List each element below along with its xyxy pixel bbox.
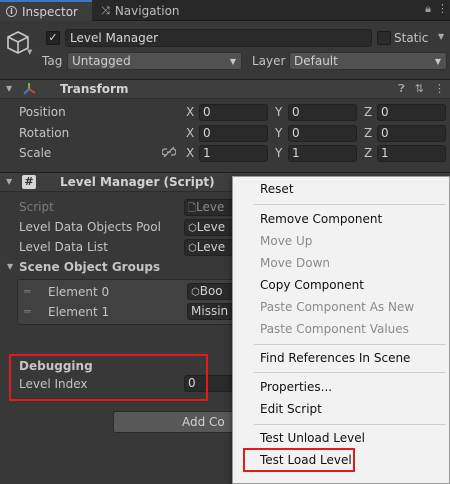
tab-inspector[interactable]: i Inspector: [0, 0, 92, 21]
static-label: Static: [394, 31, 429, 45]
context-menu: Reset Remove Component Move Up Move Down…: [232, 176, 450, 484]
add-component-button[interactable]: Add Co: [113, 411, 247, 433]
script-value: Leve: [196, 200, 225, 214]
layer-value: Default: [294, 54, 338, 68]
menu-item-remove-component[interactable]: Remove Component: [260, 212, 382, 226]
rotation-y-field[interactable]: 0: [288, 125, 357, 142]
scale-y-field[interactable]: 1: [288, 145, 357, 162]
menu-item-move-down: Move Down: [260, 256, 330, 270]
axis-z-label[interactable]: Z: [364, 146, 372, 160]
script-component-checkbox[interactable]: #: [22, 175, 36, 189]
scale-label: Scale: [19, 146, 52, 160]
transform-icon: [22, 82, 36, 99]
menu-item-properties[interactable]: Properties...: [260, 380, 332, 394]
groups-foldout-arrow-icon[interactable]: ▼: [7, 262, 13, 271]
tab-menu: 🔒︎ ⋮: [425, 2, 448, 16]
tag-label: Tag: [42, 54, 63, 68]
help-icon[interactable]: ❓︎: [398, 82, 405, 96]
script-label: Script: [19, 200, 54, 214]
chevron-down-icon: ▼: [229, 57, 236, 66]
menu-item-paste-component-values: Paste Component Values: [260, 322, 409, 336]
pool-value: Leve: [196, 220, 226, 234]
menu-separator: [254, 204, 446, 205]
menu-item-paste-component-as-new: Paste Component As New: [260, 300, 415, 314]
menu-separator: [254, 372, 446, 373]
menu-item-find-references[interactable]: Find References In Scene: [260, 351, 410, 365]
axis-x-label[interactable]: X: [186, 105, 194, 119]
list-value: Leve: [196, 240, 226, 254]
rotation-x-field[interactable]: 0: [199, 125, 268, 142]
menu-separator: [254, 344, 446, 345]
layer-dropdown[interactable]: Default ▼: [289, 52, 447, 70]
position-y-field[interactable]: 0: [288, 104, 357, 121]
more-options-icon[interactable]: ⋮: [437, 2, 448, 16]
rotation-z-field[interactable]: 0: [377, 125, 446, 142]
position-label: Position: [19, 105, 66, 119]
static-dropdown-arrow-icon[interactable]: ▼: [438, 32, 444, 41]
foldout-arrow-icon[interactable]: ▼: [6, 177, 12, 186]
constrain-proportions-icon[interactable]: [161, 146, 177, 161]
foldout-arrow-icon[interactable]: ▼: [6, 84, 12, 93]
group-element-0-label: Element 0: [48, 285, 110, 299]
more-options-icon[interactable]: ⋮: [434, 82, 445, 96]
object-ref-icon: ⬡: [188, 243, 197, 254]
drag-handle-icon[interactable]: ═: [24, 305, 31, 318]
scale-x-field[interactable]: 1: [199, 145, 268, 162]
position-z-field[interactable]: 0: [377, 104, 446, 121]
axis-z-label[interactable]: Z: [364, 105, 372, 119]
axis-y-label[interactable]: Y: [275, 126, 282, 140]
tag-dropdown[interactable]: Untagged ▼: [67, 52, 242, 70]
group-element-1-value: Missin: [191, 304, 229, 318]
tab-navigation-label: Navigation: [114, 3, 180, 18]
axis-y-label[interactable]: Y: [275, 105, 282, 119]
script-component-title: Level Manager (Script): [60, 175, 215, 189]
menu-item-move-up: Move Up: [260, 234, 313, 248]
static-checkbox[interactable]: [377, 31, 391, 45]
tag-value: Untagged: [72, 54, 131, 68]
position-x-field[interactable]: 0: [199, 104, 268, 121]
axis-x-label[interactable]: X: [186, 126, 194, 140]
pool-label: Level Data Objects Pool: [19, 220, 161, 234]
scale-z-field[interactable]: 1: [377, 145, 446, 162]
test-load-highlight-box: [243, 448, 355, 472]
presets-icon[interactable]: ⇅: [415, 82, 424, 96]
object-ref-icon: ⬡: [191, 287, 200, 298]
chevron-down-icon: ▼: [434, 57, 441, 66]
group-element-0-value: Boo: [199, 284, 223, 298]
axis-z-label[interactable]: Z: [364, 126, 372, 140]
transform-header-icons: ❓︎ ⇅ ⋮: [398, 82, 445, 96]
axis-x-label[interactable]: X: [186, 146, 194, 160]
menu-separator: [254, 424, 446, 425]
navigation-icon: ⤨: [101, 3, 110, 17]
menu-item-reset[interactable]: Reset: [260, 182, 294, 196]
menu-item-test-unload-level[interactable]: Test Unload Level: [260, 431, 365, 445]
tab-navigation[interactable]: ⤨ Navigation: [95, 0, 186, 21]
groups-title[interactable]: Scene Object Groups: [19, 260, 160, 274]
debug-highlight-box: [9, 354, 208, 401]
active-checkbox[interactable]: ✓: [46, 31, 60, 45]
group-element-1-label: Element 1: [48, 305, 110, 319]
axis-y-label[interactable]: Y: [275, 146, 282, 160]
script-file-icon: 🗋︎: [188, 203, 197, 214]
menu-item-copy-component[interactable]: Copy Component: [260, 278, 364, 292]
layer-label: Layer: [252, 54, 286, 68]
lock-icon[interactable]: 🔒︎: [425, 2, 431, 16]
icon-dropdown-arrow-icon[interactable]: ▼: [27, 48, 32, 56]
transform-title: Transform: [60, 82, 129, 96]
list-label: Level Data List: [19, 240, 108, 254]
menu-item-edit-script[interactable]: Edit Script: [260, 402, 322, 416]
tab-inspector-label: Inspector: [22, 4, 78, 19]
info-icon: i: [6, 6, 17, 17]
gameobject-name-field[interactable]: Level Manager: [65, 29, 372, 47]
drag-handle-icon[interactable]: ═: [24, 285, 31, 298]
object-ref-icon: ⬡: [188, 223, 197, 234]
transform-header[interactable]: ▼ Transform ❓︎ ⇅ ⋮: [0, 79, 450, 99]
rotation-label: Rotation: [19, 126, 70, 140]
